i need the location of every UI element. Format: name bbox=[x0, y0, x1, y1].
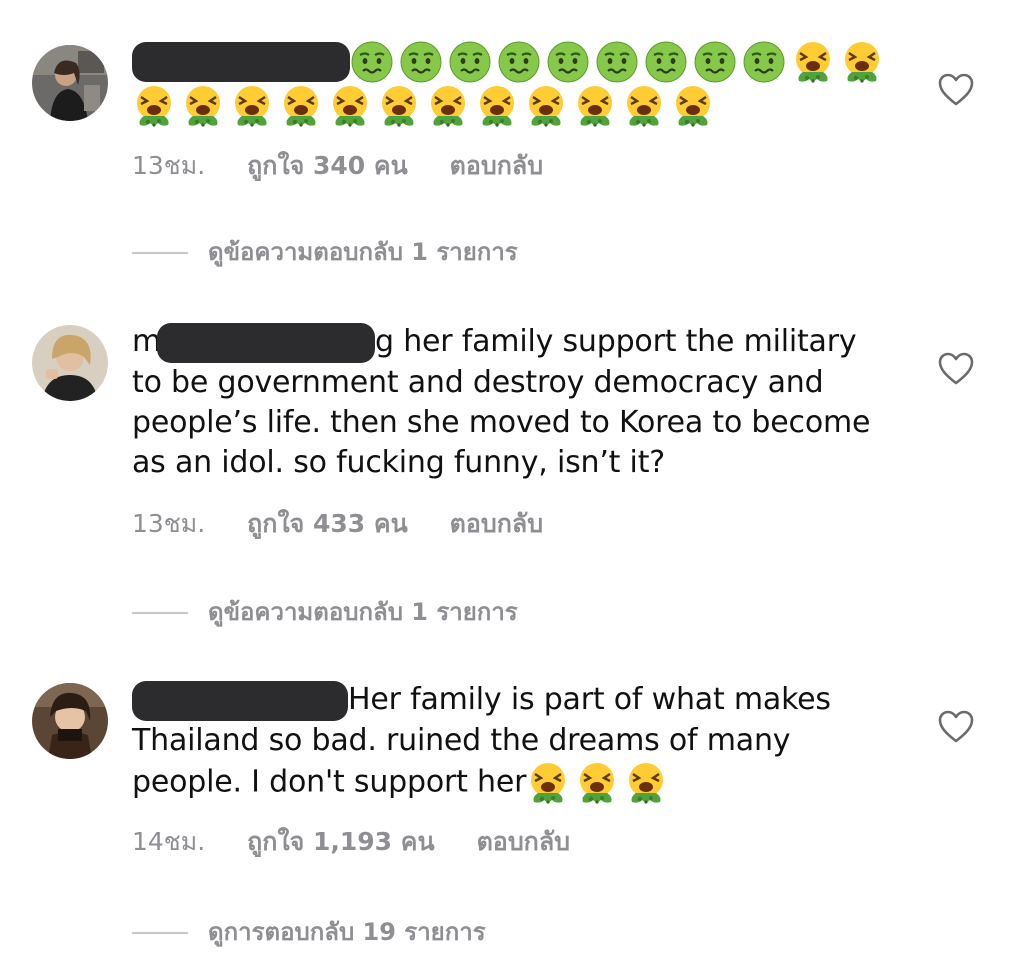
likes-count[interactable]: ถูกใจ 340 คน bbox=[247, 151, 408, 180]
redacted-username bbox=[132, 42, 350, 82]
vomiting-face-icon bbox=[573, 84, 617, 128]
vomiting-face-icon bbox=[475, 84, 519, 128]
view-replies-label[interactable]: ดูการตอบกลับ 19 รายการ bbox=[208, 918, 486, 946]
like-heart-icon[interactable] bbox=[938, 352, 974, 386]
avatar[interactable] bbox=[32, 45, 108, 121]
like-heart-icon[interactable] bbox=[938, 73, 974, 107]
timestamp: 13ชม. bbox=[132, 509, 206, 538]
timestamp: 14ชม. bbox=[132, 827, 206, 856]
avatar[interactable] bbox=[32, 683, 108, 759]
likes-count[interactable]: ถูกใจ 1,193 คน bbox=[247, 827, 434, 856]
vomiting-face-icon bbox=[426, 84, 470, 128]
comment-text bbox=[132, 40, 892, 128]
vomiting-face-icon bbox=[132, 84, 176, 128]
nauseated-face-icon bbox=[693, 40, 737, 84]
vomiting-face-icon bbox=[230, 84, 274, 128]
vomiting-face-icon bbox=[377, 84, 421, 128]
view-replies-button[interactable]: ดูการตอบกลับ 19 รายการ bbox=[132, 912, 486, 951]
divider-line bbox=[132, 612, 188, 614]
vomiting-face-icon bbox=[671, 84, 715, 128]
comment-text-body: to be government and destroy democracy a… bbox=[132, 364, 871, 480]
divider-line bbox=[132, 252, 188, 254]
likes-count[interactable]: ถูกใจ 433 คน bbox=[247, 509, 408, 538]
nauseated-face-icon bbox=[546, 40, 590, 84]
comment-text-body: Thailand so bad. ruined the dreams of ma… bbox=[132, 722, 791, 800]
nauseated-face-icon bbox=[448, 40, 492, 84]
comment-text: Her family is part of what makes Thailan… bbox=[132, 680, 892, 805]
vomiting-face-icon bbox=[622, 84, 666, 128]
view-replies-label[interactable]: ดูข้อความตอบกลับ 1 รายการ bbox=[208, 238, 518, 266]
redacted-username bbox=[132, 680, 348, 721]
like-heart-icon[interactable] bbox=[938, 710, 974, 744]
nauseated-face-icon bbox=[399, 40, 443, 84]
vomiting-face-icon bbox=[181, 84, 225, 128]
comment-meta: 14ชม. ถูกใจ 1,193 คน ตอบกลับ bbox=[132, 822, 604, 862]
vomiting-face-icon bbox=[279, 84, 323, 128]
avatar[interactable] bbox=[32, 325, 108, 401]
vomiting-face-icon bbox=[840, 40, 884, 84]
nauseated-face-icon bbox=[644, 40, 688, 84]
timestamp: 13ชม. bbox=[132, 151, 206, 180]
comment-meta: 13ชม. ถูกใจ 433 คน ตอบกลับ bbox=[132, 504, 577, 544]
vomiting-face-icon bbox=[575, 761, 619, 805]
vomiting-face-icon bbox=[524, 84, 568, 128]
comment-text: mg her family support the military to be… bbox=[132, 322, 892, 483]
vomiting-face-icon bbox=[526, 761, 570, 805]
vomiting-face-icon bbox=[791, 40, 835, 84]
vomiting-face-icon bbox=[624, 761, 668, 805]
nauseated-face-icon bbox=[350, 40, 394, 84]
view-replies-label[interactable]: ดูข้อความตอบกลับ 1 รายการ bbox=[208, 598, 518, 626]
vomiting-face-icon bbox=[328, 84, 372, 128]
nauseated-face-icon bbox=[595, 40, 639, 84]
redacted-username bbox=[157, 322, 376, 363]
nauseated-face-icon bbox=[497, 40, 541, 84]
emoji-row bbox=[526, 764, 673, 799]
divider-line bbox=[132, 932, 188, 934]
reply-button[interactable]: ตอบกลับ bbox=[477, 827, 570, 856]
view-replies-button[interactable]: ดูข้อความตอบกลับ 1 รายการ bbox=[132, 232, 518, 271]
reply-button[interactable]: ตอบกลับ bbox=[450, 509, 543, 538]
view-replies-button[interactable]: ดูข้อความตอบกลับ 1 รายการ bbox=[132, 592, 518, 631]
comment-text-first-line: g her family support the military bbox=[375, 324, 857, 359]
comment-meta: 13ชม. ถูกใจ 340 คน ตอบกลับ bbox=[132, 146, 577, 186]
comment-text-first-line: Her family is part of what makes bbox=[348, 682, 831, 717]
reply-button[interactable]: ตอบกลับ bbox=[450, 151, 543, 180]
nauseated-face-icon bbox=[742, 40, 786, 84]
